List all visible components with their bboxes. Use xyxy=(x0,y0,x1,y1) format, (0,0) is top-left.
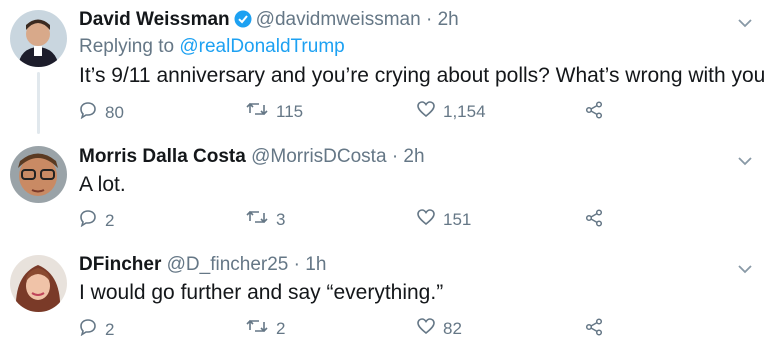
tweet-actions: 80 115 1,154 xyxy=(79,101,639,125)
tweet-header: David Weissman @davidmweissman · 2h xyxy=(79,9,459,34)
speech-bubble-icon xyxy=(79,209,105,232)
display-name[interactable]: Morris Dalla Costa xyxy=(79,146,246,167)
replying-to: Replying to @realDonaldTrump xyxy=(79,36,345,58)
tweet-text: A lot. xyxy=(79,173,126,196)
share-icon xyxy=(585,209,611,232)
tweet-text: It’s 9/11 anniversary and you’re crying … xyxy=(79,64,765,87)
retweet-count: 2 xyxy=(276,318,286,338)
retweet-count: 115 xyxy=(276,101,304,121)
reply-button[interactable]: 2 xyxy=(79,318,114,341)
chevron-down-icon[interactable] xyxy=(737,261,753,274)
thread-line xyxy=(37,72,40,134)
share-icon xyxy=(585,318,611,341)
username[interactable]: @MorrisDCosta xyxy=(251,146,386,167)
verified-badge-icon xyxy=(234,10,252,34)
username[interactable]: @D_fincher25 xyxy=(167,254,289,275)
reply-count: 2 xyxy=(105,319,115,339)
tweet-actions: 2 3 151 xyxy=(79,209,639,233)
tweet-2[interactable]: Morris Dalla Costa @MorrisDCosta · 2h A … xyxy=(0,135,765,245)
chevron-down-icon[interactable] xyxy=(737,153,753,166)
reply-button[interactable]: 80 xyxy=(79,101,124,124)
avatar[interactable] xyxy=(10,255,67,312)
heart-icon xyxy=(417,318,443,339)
separator-dot: · xyxy=(391,146,399,167)
separator-dot: · xyxy=(425,9,433,30)
replying-to-label: Replying to xyxy=(79,36,180,57)
avatar[interactable] xyxy=(10,146,67,203)
reply-button[interactable]: 2 xyxy=(79,209,114,232)
share-button[interactable] xyxy=(585,318,611,341)
tweet-header: Morris Dalla Costa @MorrisDCosta · 2h xyxy=(79,146,425,168)
reply-count: 2 xyxy=(105,210,115,230)
retweet-arrows-icon xyxy=(246,209,276,230)
share-icon xyxy=(585,101,611,124)
retweet-button[interactable]: 3 xyxy=(246,209,285,230)
display-name[interactable]: David Weissman xyxy=(79,9,230,30)
display-name[interactable]: DFincher xyxy=(79,254,161,275)
speech-bubble-icon xyxy=(79,101,105,124)
speech-bubble-icon xyxy=(79,318,105,341)
retweet-arrows-icon xyxy=(246,318,276,339)
tweet-3[interactable]: DFincher @D_fincher25 · 1h I would go fu… xyxy=(0,243,765,343)
tweet-1[interactable]: David Weissman @davidmweissman · 2h Reply… xyxy=(0,0,765,134)
timestamp[interactable]: 1h xyxy=(305,254,326,275)
retweet-count: 3 xyxy=(276,209,286,229)
username[interactable]: @davidmweissman xyxy=(256,9,421,30)
like-count: 151 xyxy=(443,209,472,229)
avatar[interactable] xyxy=(10,10,67,67)
tweet-header: DFincher @D_fincher25 · 1h xyxy=(79,254,326,276)
chevron-down-icon[interactable] xyxy=(737,15,753,28)
like-button[interactable]: 82 xyxy=(417,318,462,339)
mention-link[interactable]: @realDonaldTrump xyxy=(179,36,344,57)
retweet-button[interactable]: 115 xyxy=(246,101,303,122)
like-button[interactable]: 1,154 xyxy=(417,101,486,122)
heart-icon xyxy=(417,209,443,230)
tweet-text: I would go further and say “everything.” xyxy=(79,281,444,304)
separator-dot: · xyxy=(293,254,300,275)
share-button[interactable] xyxy=(585,209,611,232)
share-button[interactable] xyxy=(585,101,611,124)
retweet-button[interactable]: 2 xyxy=(246,318,285,339)
tweet-actions: 2 2 82 xyxy=(79,318,639,342)
reply-count: 80 xyxy=(105,102,124,122)
timestamp[interactable]: 2h xyxy=(403,146,424,167)
heart-icon xyxy=(417,101,443,122)
retweet-arrows-icon xyxy=(246,101,276,122)
timestamp[interactable]: 2h xyxy=(438,9,459,30)
like-button[interactable]: 151 xyxy=(417,209,471,230)
like-count: 82 xyxy=(443,318,462,338)
like-count: 1,154 xyxy=(443,101,486,121)
